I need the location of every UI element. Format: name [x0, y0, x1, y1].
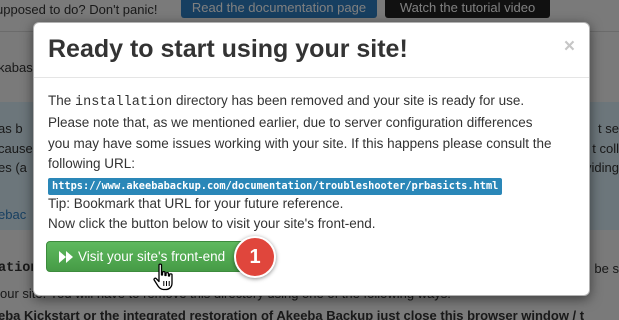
- fast-forward-icon: [59, 251, 73, 263]
- warning-line: you may have some issues working with yo…: [48, 135, 552, 151]
- url-line: https://www.akeebabackup.com/documentati…: [48, 175, 578, 195]
- visit-frontend-button[interactable]: Visit your site's front-end: [46, 241, 245, 272]
- close-icon[interactable]: ×: [564, 37, 575, 56]
- tip-text: Tip: Bookmark that URL for your future r…: [48, 195, 344, 211]
- notice-text: directory has been removed and your site…: [172, 93, 525, 108]
- modal-header: Ready to start using your site! ×: [34, 23, 589, 78]
- modal-body: The installation directory has been remo…: [48, 91, 578, 234]
- removed-notice: The installation directory has been remo…: [48, 91, 578, 113]
- step-number-badge: 1: [234, 236, 276, 278]
- troubleshooter-url-link[interactable]: https://www.akeebabackup.com/documentati…: [48, 177, 503, 195]
- warning-line: following URL:: [48, 156, 136, 172]
- modal-title: Ready to start using your site!: [48, 35, 408, 63]
- notice-text: The: [48, 93, 76, 108]
- instruction-text: Now click the button below to visit your…: [48, 216, 376, 232]
- installation-dir-code: installation: [75, 95, 173, 110]
- hand-pointer-icon: [153, 263, 173, 291]
- ready-modal-dialog: Ready to start using your site! × The in…: [33, 22, 590, 296]
- warning-line: Please note that, as we mentioned earlie…: [48, 115, 533, 131]
